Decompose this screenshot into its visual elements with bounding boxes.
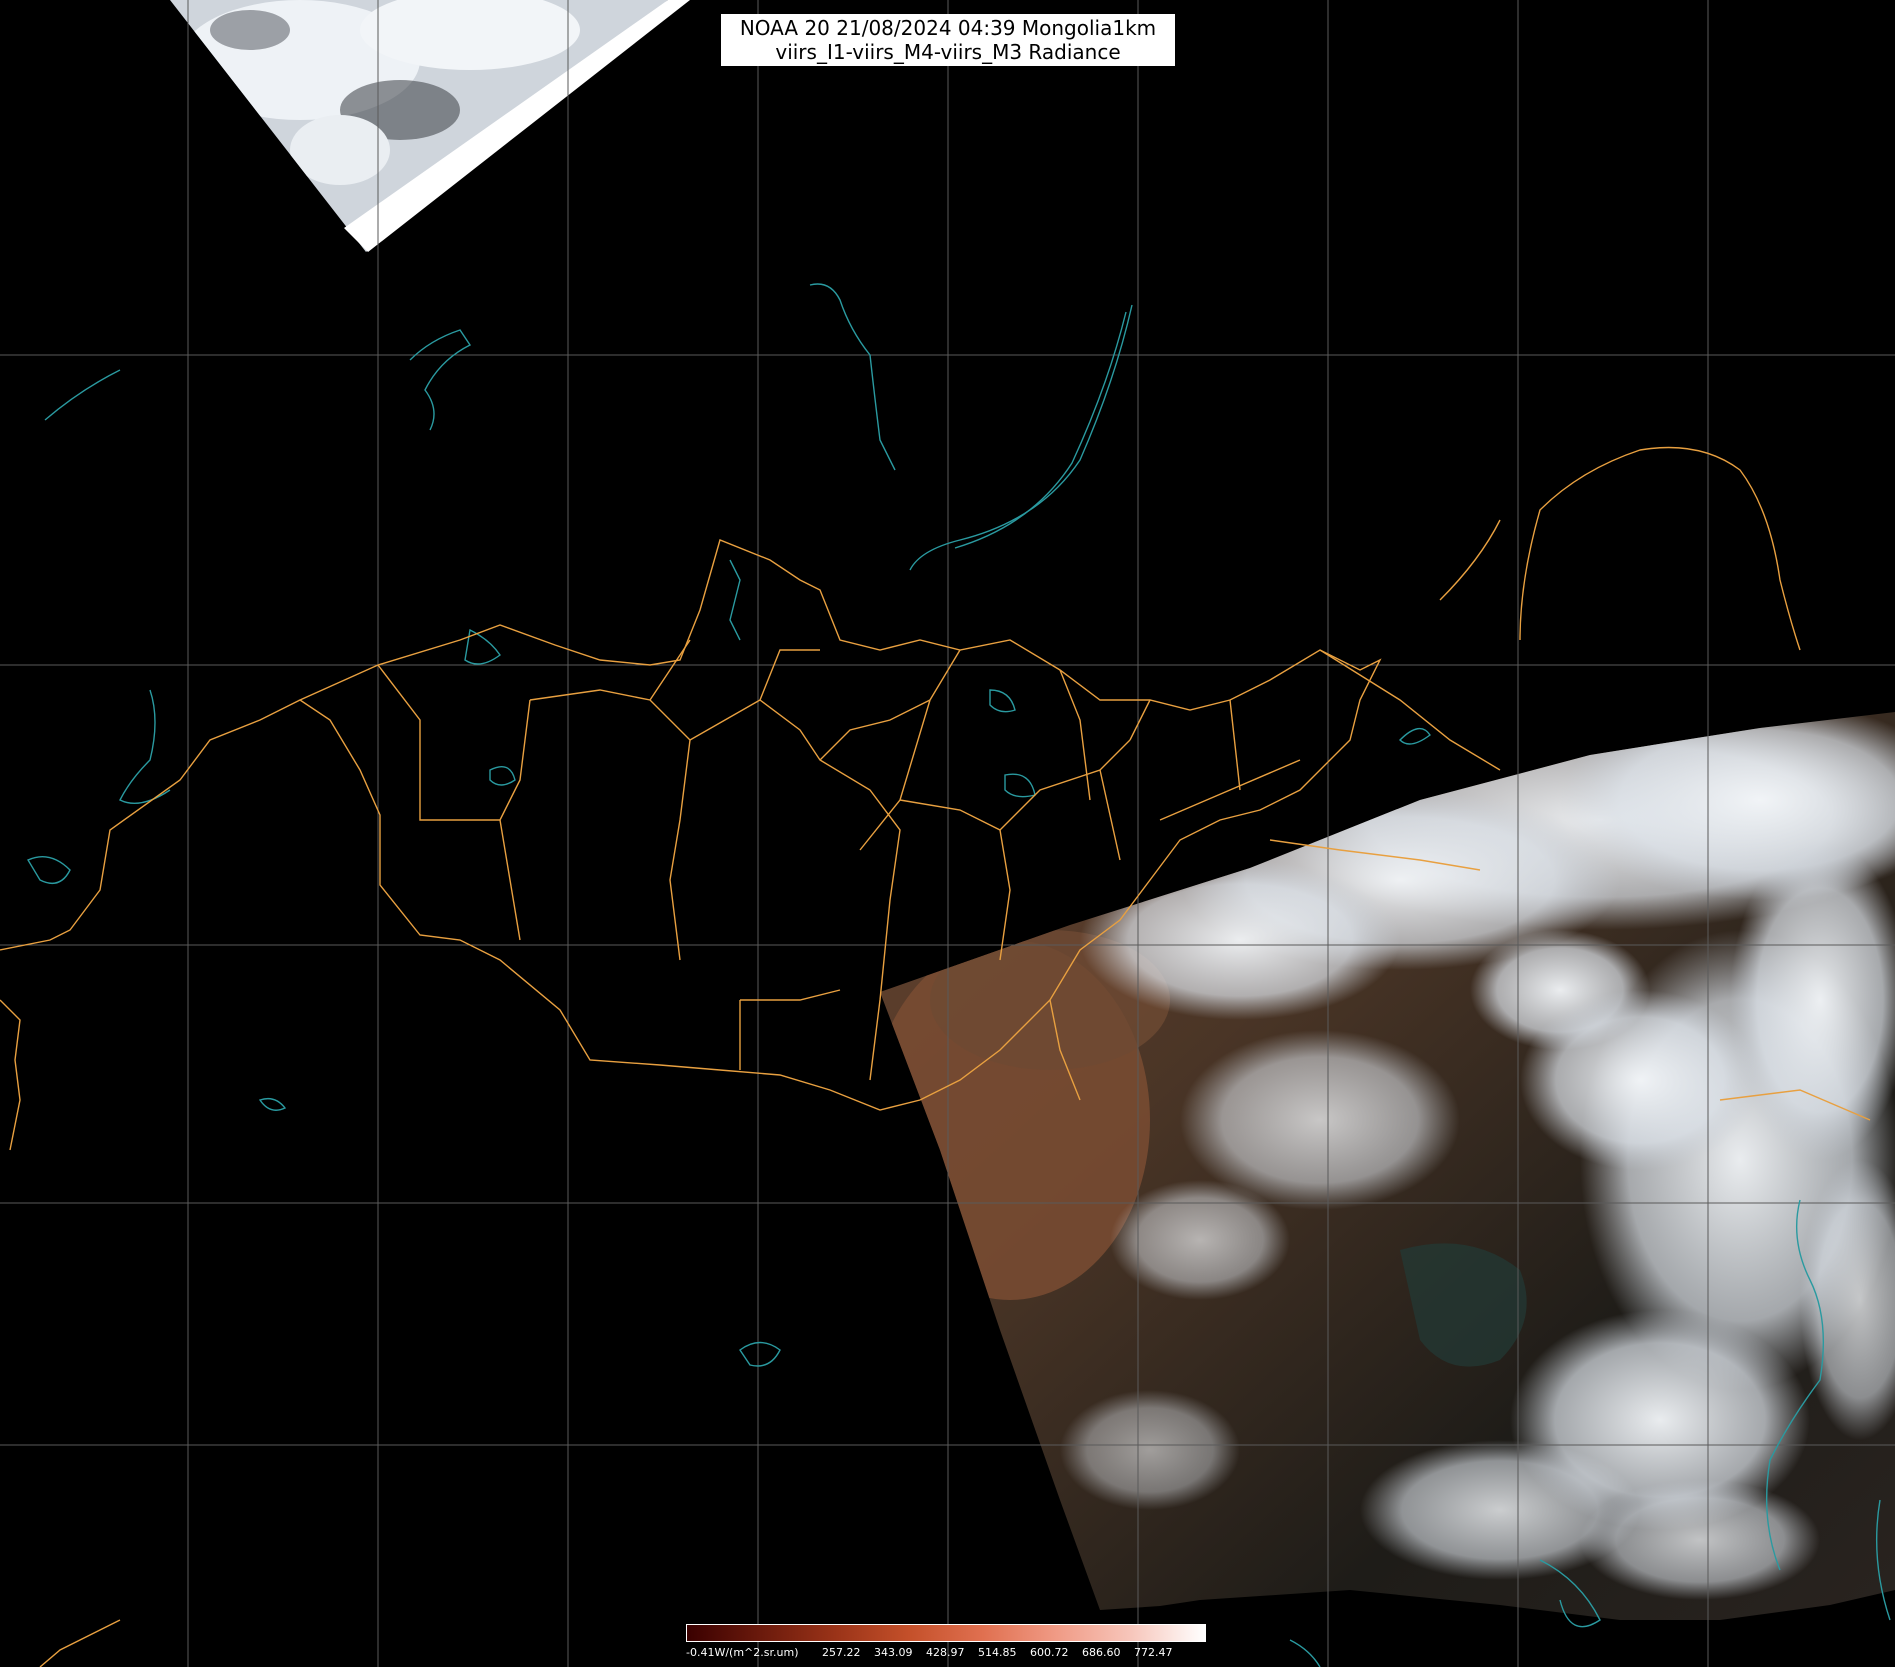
map-title: NOAA 20 21/08/2024 04:39 Mongolia1km vii… xyxy=(721,14,1175,66)
legend-tick: 600.72 xyxy=(1030,1646,1069,1659)
title-line-1: NOAA 20 21/08/2024 04:39 Mongolia1km xyxy=(739,16,1157,40)
legend-tick: 514.85 xyxy=(978,1646,1017,1659)
legend-tick: 428.97 xyxy=(926,1646,965,1659)
legend-tick: 257.22 xyxy=(822,1646,861,1659)
satellite-swath-top xyxy=(170,0,668,252)
legend-tick: 343.09 xyxy=(874,1646,913,1659)
legend-color-bar xyxy=(686,1624,1206,1642)
legend-unit-label: -0.41W/(m^2.sr.um) xyxy=(686,1646,799,1659)
satellite-swath-bottom xyxy=(880,712,1895,1620)
satellite-map xyxy=(0,0,1895,1667)
color-legend: -0.41W/(m^2.sr.um) 257.22 343.09 428.97 … xyxy=(686,1624,1206,1664)
legend-tick: 772.47 xyxy=(1134,1646,1173,1659)
title-line-2: viirs_I1-viirs_M4-viirs_M3 Radiance xyxy=(775,40,1121,64)
legend-labels: -0.41W/(m^2.sr.um) 257.22 343.09 428.97 … xyxy=(686,1646,1206,1662)
legend-tick: 686.60 xyxy=(1082,1646,1121,1659)
